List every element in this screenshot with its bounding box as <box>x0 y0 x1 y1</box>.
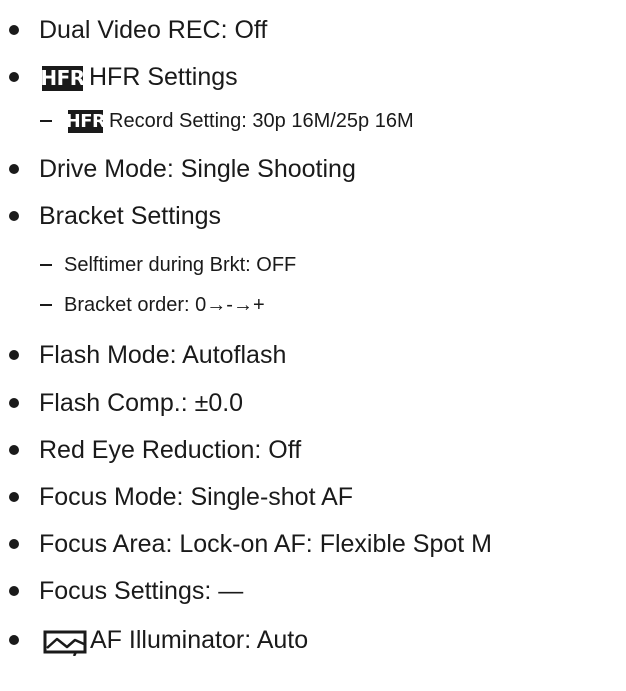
bullet-icon <box>9 72 19 82</box>
list-item-text: Flash Comp.: ±0.0 <box>39 389 244 417</box>
list-item-text: Record Setting: 30p 16M/25p 16M <box>109 110 414 132</box>
bullet-icon <box>9 211 19 221</box>
list-item-text: Dual Video REC: Off <box>39 16 268 44</box>
list-item-text: Flash Mode: Autoflash <box>39 341 287 369</box>
hfr-icon: HFR <box>65 110 106 134</box>
bullet-icon <box>9 164 19 174</box>
dash-icon <box>40 264 52 266</box>
list-item-text: HFR Settings <box>89 63 238 91</box>
list-item-text: Focus Mode: Single-shot AF <box>39 483 354 511</box>
list-item-text: Drive Mode: Single Shooting <box>39 155 356 183</box>
list-item-text: Red Eye Reduction: Off <box>39 436 302 464</box>
bullet-icon <box>9 25 19 35</box>
list-item-content: HFR Record Setting: 30p 16M/25p 16M <box>65 104 414 138</box>
bullet-icon <box>9 586 19 596</box>
settings-list: Dual Video REC: Off HFR HFR Settings HFR R… <box>0 0 626 691</box>
list-item-text: Bracket Settings <box>39 202 222 230</box>
list-item-text: AF Illuminator: Auto <box>90 626 309 654</box>
dash-icon <box>40 304 52 306</box>
bullet-icon <box>9 492 19 502</box>
bullet-icon <box>9 635 19 645</box>
list-item-text: Bracket order: 0→-→+ <box>64 294 265 316</box>
list-item-content: AF Illuminator: Auto <box>43 620 308 660</box>
bullet-icon <box>9 445 19 455</box>
af-illuminator-icon <box>43 630 87 657</box>
bullet-icon <box>9 398 19 408</box>
hfr-icon: HFR <box>40 65 85 91</box>
list-item-text: Focus Settings: — <box>39 577 244 605</box>
list-item-text: Focus Area: Lock-on AF: Flexible Spot M <box>39 530 492 558</box>
list-item-text: Selftimer during Brkt: OFF <box>64 254 297 276</box>
dash-icon <box>40 120 52 122</box>
list-item-content: HFR HFR Settings <box>40 57 238 97</box>
bullet-icon <box>9 350 19 360</box>
bullet-icon <box>9 539 19 549</box>
